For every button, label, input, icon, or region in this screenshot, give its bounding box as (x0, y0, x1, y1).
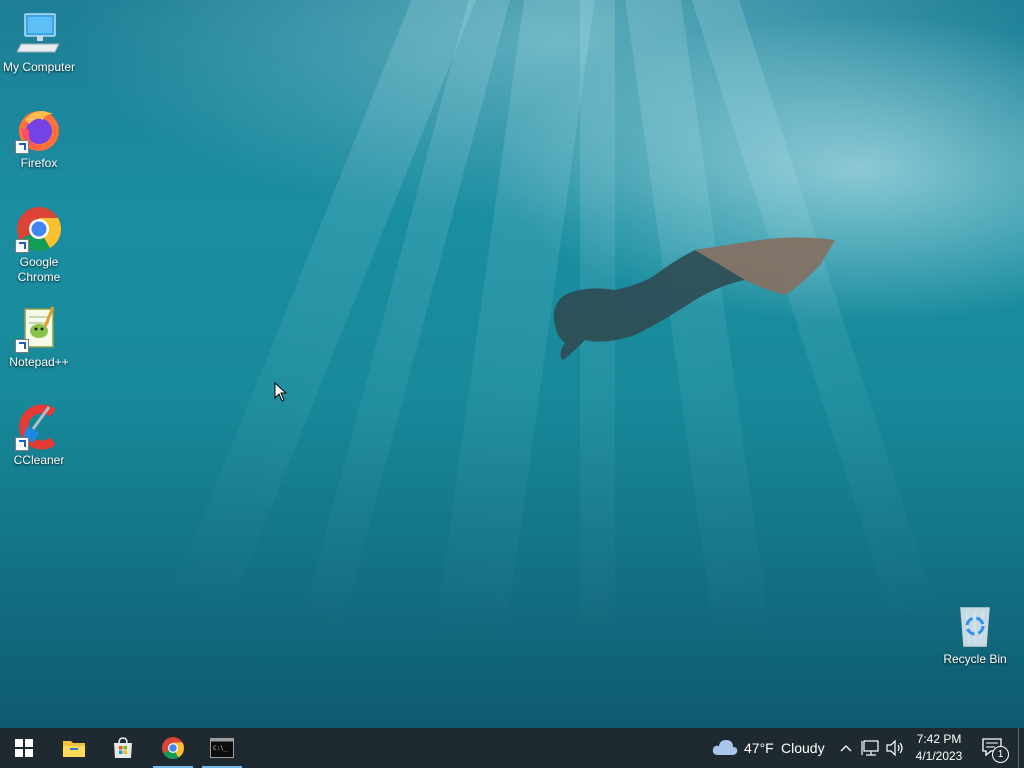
weather-temperature: 47°F (744, 740, 774, 756)
desktop-icon-ccleaner[interactable]: CCleaner (0, 403, 78, 468)
recycle-bin-icon (951, 602, 999, 650)
icon-label: Recycle Bin (943, 652, 1007, 666)
chrome-icon (162, 737, 184, 759)
taskbar-microsoft-store[interactable] (99, 728, 147, 768)
computer-icon (15, 10, 63, 58)
shortcut-arrow-icon (15, 239, 29, 253)
icon-label: Firefox (20, 156, 58, 170)
wallpaper-diver (553, 237, 835, 360)
volume-tray-button[interactable] (885, 738, 905, 758)
svg-text:C:\_: C:\_ (213, 745, 228, 752)
desktop-icon-google-chrome[interactable]: Google Chrome (0, 205, 78, 285)
taskbar-clock[interactable]: 7:42 PM 4/1/2023 (906, 731, 972, 765)
desktop-icon-recycle-bin[interactable]: Recycle Bin (936, 602, 1014, 667)
firefox-icon (15, 106, 63, 154)
terminal-icon: C:\_ (210, 738, 234, 758)
windows-start-icon (15, 739, 33, 757)
speaker-icon (886, 739, 903, 757)
icon-label: Google Chrome (17, 255, 61, 284)
chevron-up-icon (840, 745, 852, 752)
icon-label: Notepad++ (9, 355, 69, 369)
network-tray-button[interactable] (861, 738, 881, 758)
shortcut-arrow-icon (15, 339, 29, 353)
desktop-background[interactable]: My Computer Firefox Google Chrome Notepa… (0, 0, 1024, 728)
taskbar-google-chrome[interactable] (149, 728, 197, 768)
notification-count-badge: 1 (992, 746, 1009, 763)
icon-label: My Computer (2, 60, 76, 74)
shortcut-arrow-icon (15, 437, 29, 451)
icon-label: CCleaner (13, 453, 65, 467)
file-explorer-icon (63, 741, 85, 757)
taskbar-file-explorer[interactable] (50, 728, 98, 768)
clock-time: 7:42 PM (916, 732, 962, 746)
taskbar-terminal[interactable]: C:\_ (198, 728, 246, 768)
desktop-icon-my-computer[interactable]: My Computer (0, 10, 78, 75)
network-icon (861, 740, 879, 756)
taskbar: C:\_ 47°F Cloudy 7:42 PM 4/1/2023 1 (0, 728, 1024, 768)
show-desktop-button[interactable] (1018, 728, 1024, 768)
action-center-button[interactable]: 1 (980, 736, 1009, 763)
microsoft-store-icon (114, 737, 132, 758)
start-button[interactable] (0, 728, 48, 768)
show-hidden-icons-button[interactable] (838, 738, 854, 758)
desktop-icon-notepadpp[interactable]: Notepad++ (0, 305, 78, 370)
mouse-cursor-icon (274, 382, 288, 402)
weather-widget[interactable]: 47°F Cloudy (710, 728, 830, 768)
notepadpp-icon (15, 305, 63, 353)
weather-condition: Cloudy (781, 740, 825, 756)
shortcut-arrow-icon (15, 140, 29, 154)
desktop-icon-firefox[interactable]: Firefox (0, 106, 78, 171)
chrome-icon (15, 205, 63, 253)
clock-date: 4/1/2023 (915, 749, 963, 763)
ccleaner-icon (15, 403, 63, 451)
cloud-icon (712, 740, 738, 755)
